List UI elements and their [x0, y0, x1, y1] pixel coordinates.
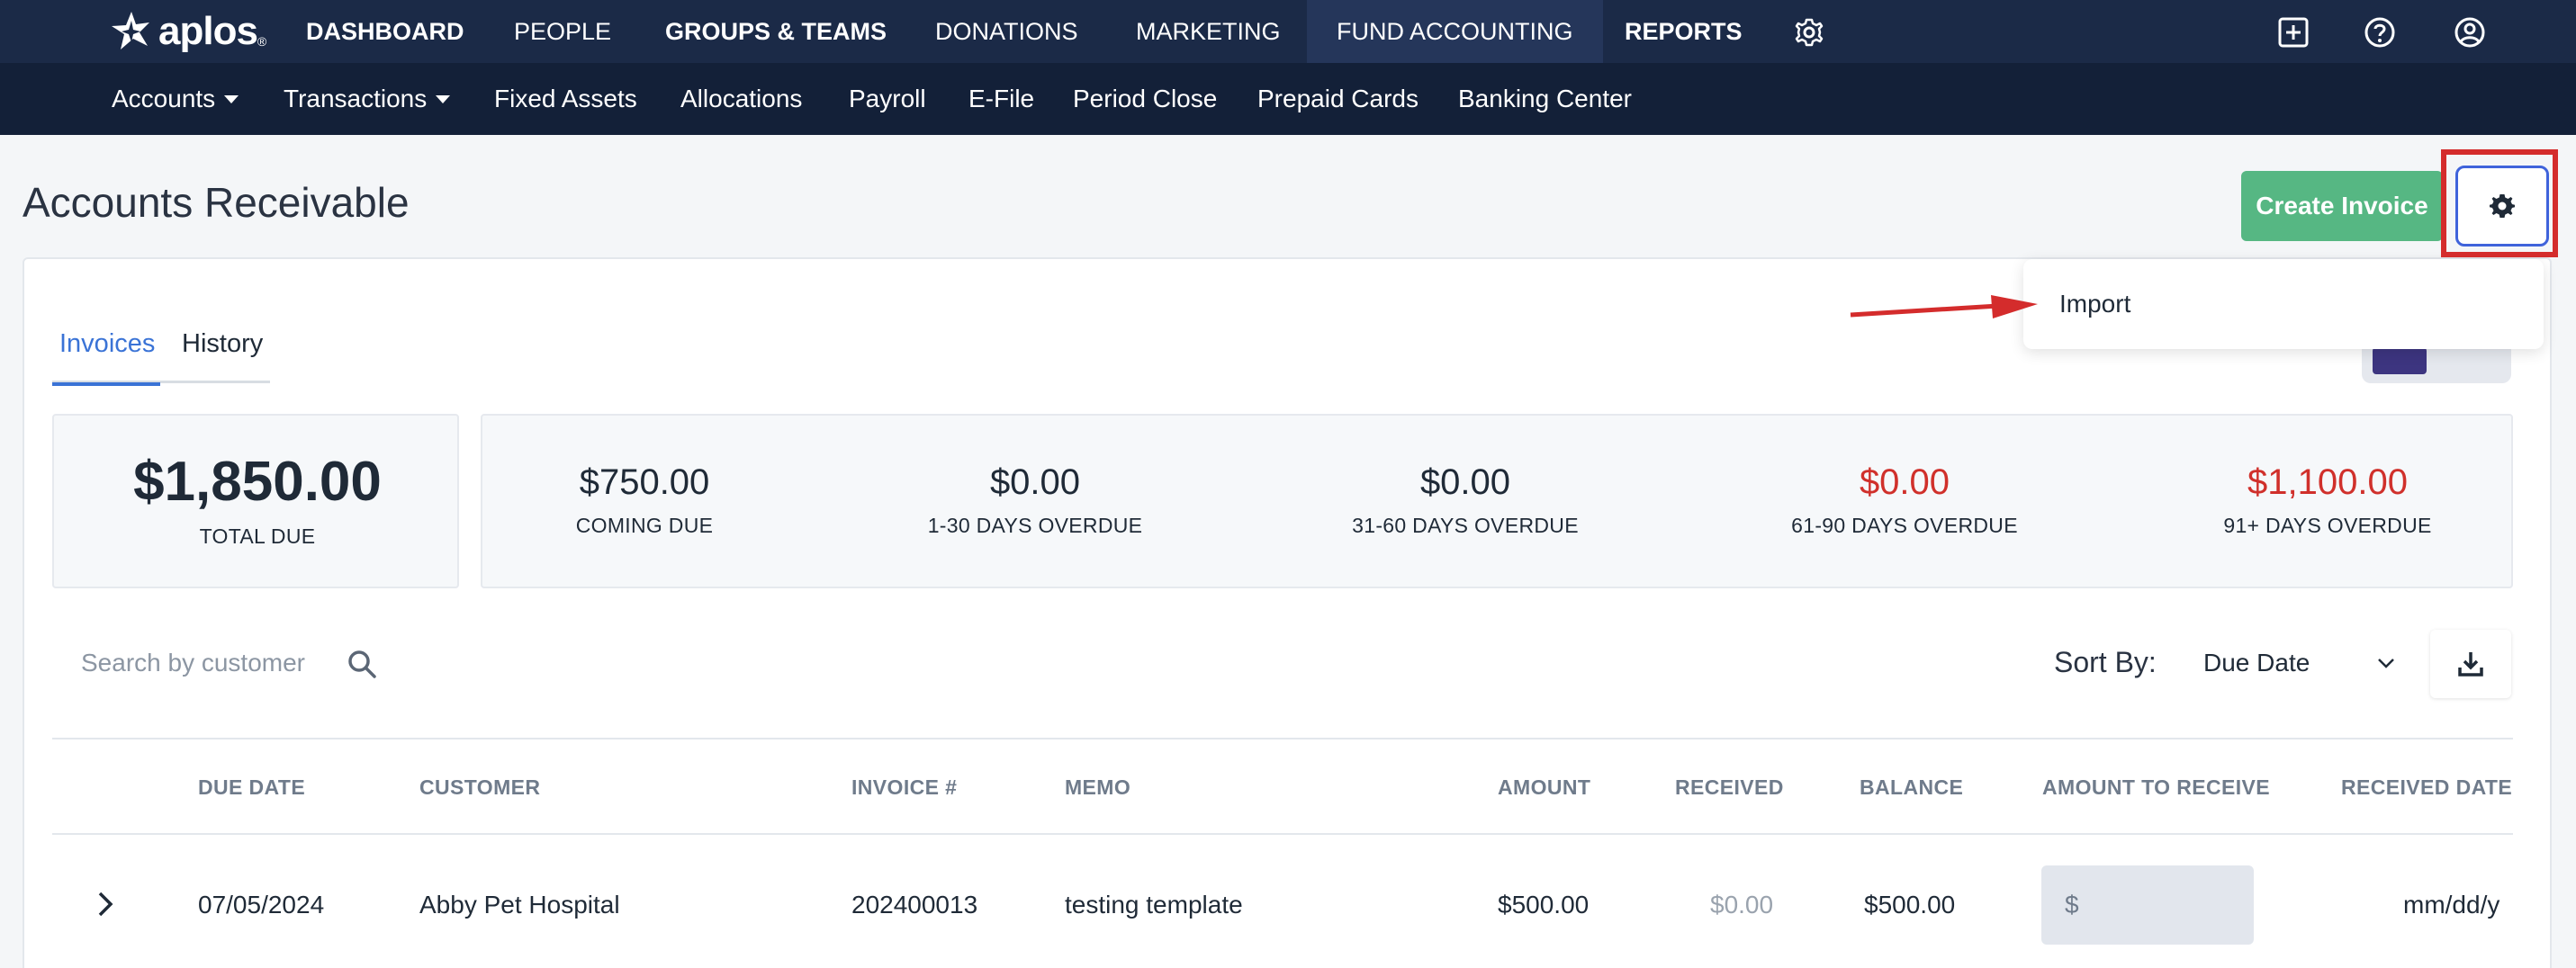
settings-dropdown-menu: Import — [2023, 259, 2544, 349]
chevron-down-icon — [2378, 659, 2394, 668]
tab-history[interactable]: History — [182, 306, 263, 381]
aplos-logo-icon — [112, 12, 149, 49]
customer-search-input[interactable] — [54, 632, 378, 695]
subnav-payroll[interactable]: Payroll — [849, 63, 926, 135]
subnav-banking-center[interactable]: Banking Center — [1458, 63, 1632, 135]
subnav-transactions[interactable]: Transactions — [284, 63, 451, 135]
help-circle-icon[interactable] — [2364, 16, 2396, 49]
overdue-31-60-label: 31-60 DAYS OVERDUE — [1352, 514, 1579, 537]
overdue-61-90-value: $0.00 — [1859, 462, 1950, 502]
col-received-date: RECEIVED DATE — [2341, 775, 2513, 799]
nav-donations[interactable]: DONATIONS — [905, 0, 1108, 63]
cell-received: $0.00 — [1710, 891, 1774, 919]
coming-due-label: COMING DUE — [575, 514, 714, 537]
aplos-logo[interactable]: aplos ® — [108, 9, 266, 54]
amount-to-receive-input[interactable]: $ — [2041, 865, 2254, 945]
col-balance[interactable]: BALANCE — [1860, 775, 1963, 800]
subnav-period-close[interactable]: Period Close — [1073, 63, 1217, 135]
create-invoice-button[interactable]: Create Invoice — [2241, 171, 2443, 241]
sub-nav: Accounts Transactions Fixed Assets Alloc… — [0, 63, 2576, 135]
subnav-fixed-assets[interactable]: Fixed Assets — [494, 63, 637, 135]
subnav-accounts[interactable]: Accounts — [112, 63, 239, 135]
logo-text: aplos — [158, 9, 258, 53]
total-due-value: $1,850.00 — [133, 451, 382, 513]
caret-down-icon — [224, 94, 239, 103]
cell-amount: $500.00 — [1498, 891, 1590, 919]
subnav-efile[interactable]: E-File — [968, 63, 1034, 135]
chevron-right-icon[interactable] — [94, 889, 117, 919]
tab-bar: Invoices History — [52, 306, 270, 386]
user-circle-icon[interactable] — [2454, 16, 2486, 49]
sort-by-label: Sort By: — [2054, 646, 2157, 678]
col-customer[interactable]: CUSTOMER — [419, 775, 540, 800]
overdue-1-30-label: 1-30 DAYS OVERDUE — [927, 514, 1143, 537]
caret-down-icon — [436, 94, 451, 103]
table-divider — [52, 738, 2513, 739]
coming-due-stat: $750.00 COMING DUE — [536, 462, 752, 538]
nav-people[interactable]: PEOPLE — [484, 0, 641, 63]
button-icon — [2373, 347, 2427, 374]
nav-groups-teams[interactable]: GROUPS & TEAMS — [635, 0, 916, 63]
overdue-91-plus-label: 91+ DAYS OVERDUE — [2223, 514, 2432, 537]
overdue-91-plus-value: $1,100.00 — [2247, 462, 2408, 502]
cell-due-date: 07/05/2024 — [198, 891, 325, 919]
overdue-1-30-stat: $0.00 1-30 DAYS OVERDUE — [900, 462, 1170, 538]
subnav-transactions-label: Transactions — [284, 85, 428, 112]
nav-reports[interactable]: REPORTS — [1595, 0, 1772, 63]
overdue-61-90-label: 61-90 DAYS OVERDUE — [1791, 514, 2018, 537]
total-due-panel: $1,850.00 TOTAL DUE — [52, 414, 459, 588]
col-invoice-number[interactable]: INVOICE # — [851, 775, 957, 800]
logo-registered-mark: ® — [257, 34, 267, 49]
subnav-allocations[interactable]: Allocations — [680, 63, 802, 135]
received-date-input[interactable]: mm/dd/y — [2403, 891, 2499, 919]
subnav-accounts-label: Accounts — [112, 85, 216, 112]
cell-balance: $500.00 — [1864, 891, 1956, 919]
cell-customer[interactable]: Abby Pet Hospital — [419, 891, 620, 919]
overdue-61-90-stat: $0.00 61-90 DAYS OVERDUE — [1752, 462, 2058, 538]
annotation-highlight-box — [2441, 149, 2558, 257]
total-due-label: TOTAL DUE — [199, 524, 316, 548]
cell-memo: testing template — [1065, 891, 1243, 919]
search-icon[interactable] — [346, 648, 378, 680]
col-received[interactable]: RECEIVED — [1675, 775, 1784, 800]
overdue-91-plus-stat: $1,100.00 91+ DAYS OVERDUE — [2184, 462, 2472, 538]
total-due-stat: $1,850.00 TOTAL DUE — [54, 450, 461, 549]
subnav-prepaid-cards[interactable]: Prepaid Cards — [1257, 63, 1419, 135]
import-menu-item[interactable]: Import — [2059, 290, 2130, 318]
table-divider — [52, 833, 2513, 835]
cell-invoice-number[interactable]: 202400013 — [851, 891, 977, 919]
overdue-31-60-stat: $0.00 31-60 DAYS OVERDUE — [1321, 462, 1609, 538]
download-icon — [2458, 652, 2483, 677]
page-title: Accounts Receivable — [23, 179, 410, 226]
col-amount-to-receive: AMOUNT TO RECEIVE — [2042, 775, 2271, 799]
invoices-card — [23, 257, 2552, 968]
annotation-arrow — [1850, 295, 2038, 318]
overdue-31-60-value: $0.00 — [1419, 462, 1511, 502]
sort-by-select[interactable]: Due Date — [2184, 632, 2400, 695]
aging-summary-panel: $750.00 COMING DUE $0.00 1-30 DAYS OVERD… — [481, 414, 2513, 588]
nav-dashboard[interactable]: DASHBOARD — [276, 0, 494, 63]
top-nav: aplos ® DASHBOARD PEOPLE GROUPS & TEAMS … — [0, 0, 2576, 63]
col-due-date[interactable]: DUE DATE — [198, 775, 305, 800]
gear-icon[interactable] — [1793, 16, 1825, 49]
col-memo[interactable]: MEMO — [1065, 775, 1130, 800]
nav-marketing[interactable]: MARKETING — [1106, 0, 1311, 63]
coming-due-value: $750.00 — [579, 462, 710, 502]
tab-invoices[interactable]: Invoices — [52, 306, 160, 386]
col-amount[interactable]: AMOUNT — [1498, 775, 1590, 800]
download-button[interactable] — [2430, 630, 2511, 698]
overdue-1-30-value: $0.00 — [989, 462, 1081, 502]
nav-fund-accounting[interactable]: FUND ACCOUNTING — [1307, 0, 1603, 63]
add-square-icon[interactable] — [2277, 16, 2310, 49]
